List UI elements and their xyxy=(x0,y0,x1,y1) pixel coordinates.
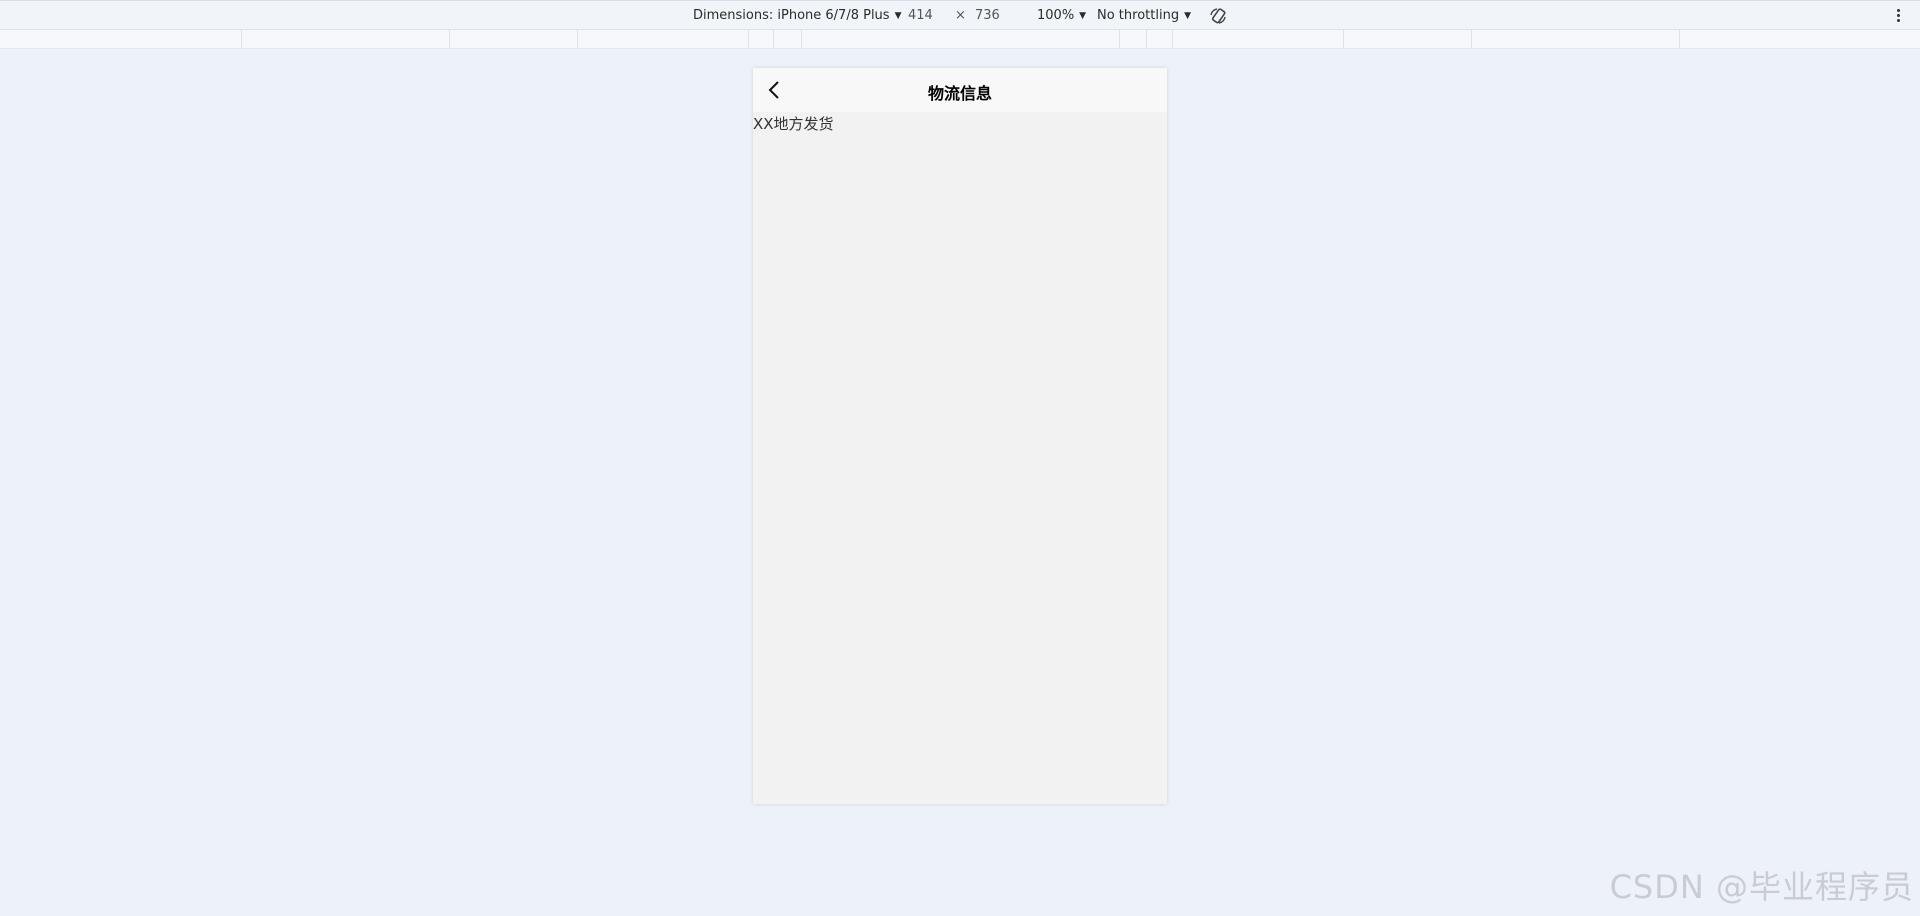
caret-down-icon: ▼ xyxy=(894,11,902,21)
device-select[interactable]: Dimensions: iPhone 6/7/8 Plus ▼ xyxy=(693,8,902,24)
caret-down-icon: ▼ xyxy=(1184,11,1191,21)
logistics-info-text: XX地方发货 xyxy=(753,115,834,133)
height-input[interactable]: 736 xyxy=(975,8,1000,24)
dimension-separator: × xyxy=(955,8,966,23)
width-input[interactable]: 414 xyxy=(908,8,933,24)
zoom-select[interactable]: 100% ▼ xyxy=(1037,8,1086,24)
device-label: Dimensions: iPhone 6/7/8 Plus xyxy=(693,8,890,23)
device-viewport: 物流信息 XX地方发货 xyxy=(753,68,1167,804)
devtools-toolbar: Dimensions: iPhone 6/7/8 Plus ▼ 414 × 736… xyxy=(0,0,1920,30)
zoom-label: 100% xyxy=(1037,8,1075,23)
media-query-ruler[interactable] xyxy=(0,30,1920,49)
watermark: CSDN @毕业程序员 xyxy=(1609,868,1914,906)
nav-bar: 物流信息 xyxy=(753,68,1167,112)
more-options-icon[interactable] xyxy=(1893,7,1903,25)
throttling-select[interactable]: No throttling ▼ xyxy=(1097,8,1191,24)
throttling-label: No throttling xyxy=(1097,8,1180,23)
page-title: 物流信息 xyxy=(927,84,992,103)
caret-down-icon: ▼ xyxy=(1079,11,1087,21)
rotate-icon[interactable] xyxy=(1208,6,1228,26)
